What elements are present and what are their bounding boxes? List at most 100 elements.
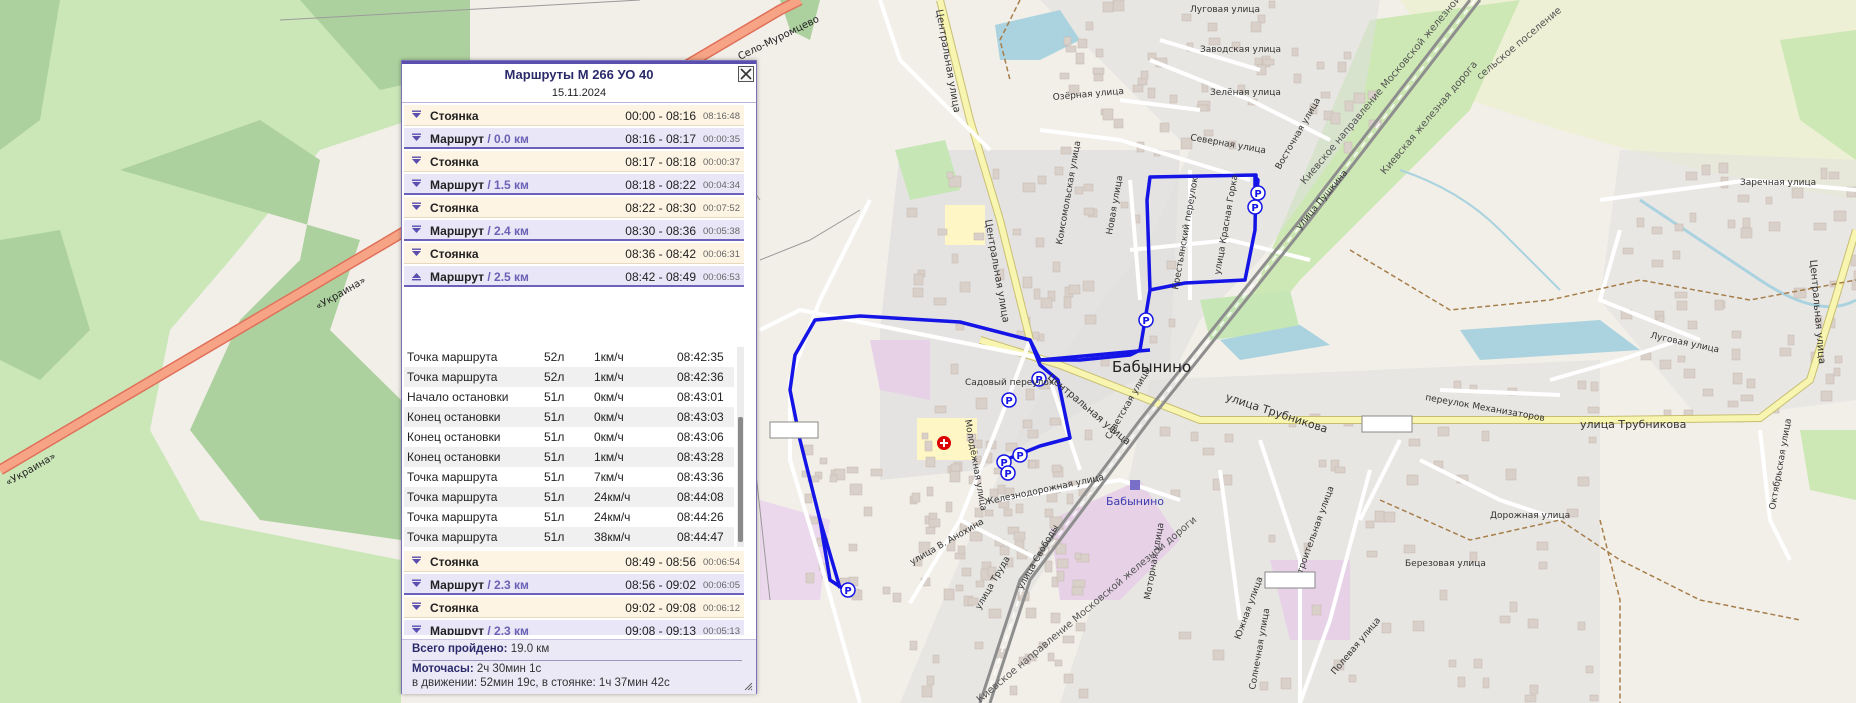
segment-duration: 00:04:34 — [703, 180, 740, 191]
expand-icon[interactable] — [411, 556, 422, 566]
expand-icon[interactable] — [411, 202, 422, 212]
expand-icon[interactable] — [411, 225, 422, 235]
building — [1168, 318, 1176, 328]
route-point-row[interactable]: Точка маршрута 51л 7км/ч 08:43:36 — [404, 467, 734, 487]
segment-name: Маршрут / 2.3 км — [430, 578, 529, 592]
parking-icon[interactable]: P — [1138, 312, 1154, 328]
segment-row-stop[interactable]: Стоянка 08:17 - 08:18 00:00:37 — [404, 151, 744, 172]
building — [849, 483, 863, 496]
segment-row-route[interactable]: Маршрут / 2.5 км 08:42 - 08:49 00:06:53 — [404, 266, 744, 287]
building — [1509, 601, 1518, 613]
expand-icon[interactable] — [411, 133, 422, 143]
expand-icon[interactable] — [411, 179, 422, 189]
building — [950, 463, 961, 472]
segment-row-stop[interactable]: Стоянка 08:36 - 08:42 00:06:31 — [404, 243, 744, 264]
building — [1365, 520, 1375, 529]
route-point-row[interactable]: Начало остановки 51л 0км/ч 08:43:01 — [404, 387, 734, 407]
expand-icon[interactable] — [411, 625, 422, 635]
detail-scrollbar[interactable] — [737, 347, 744, 547]
expand-icon[interactable] — [411, 602, 422, 612]
building — [1577, 380, 1587, 390]
building — [1084, 314, 1097, 325]
building — [1316, 61, 1325, 70]
expand-icon[interactable] — [411, 156, 422, 166]
segment-row-route[interactable]: Маршрут / 1.5 км 08:18 - 08:22 00:04:34 — [404, 174, 744, 195]
building — [1676, 300, 1688, 311]
segment-name: Стоянка — [430, 155, 479, 169]
building — [950, 363, 959, 375]
building — [1820, 167, 1828, 180]
expand-icon[interactable] — [411, 248, 422, 258]
building — [955, 323, 965, 331]
point-event: Конец остановки — [407, 410, 501, 424]
building — [1439, 589, 1448, 601]
building — [1060, 146, 1072, 155]
point-speed: 0км/ч — [594, 410, 624, 424]
building — [1102, 1, 1114, 13]
building — [1190, 431, 1199, 442]
building — [1577, 476, 1590, 487]
map-view[interactable]: PPPPPPPPP БабыниноБабынино«Украина»«Укра… — [0, 0, 1856, 703]
point-event: Точка маршрута — [407, 350, 498, 364]
segment-row-stop[interactable]: Стоянка 00:00 - 08:16 08:16:48 — [404, 105, 744, 126]
route-point-row[interactable]: Точка маршрута 52л 1км/ч 08:42:36 — [404, 367, 734, 387]
route-point-row[interactable]: Точка маршрута 51л 38км/ч 08:44:47 — [404, 527, 734, 547]
segment-row-stop[interactable]: Стоянка 08:49 - 08:56 00:06:54 — [404, 551, 744, 572]
segment-name: Маршрут / 2.5 км — [430, 270, 529, 284]
building — [988, 608, 1002, 619]
building — [1473, 658, 1483, 669]
parking-icon[interactable]: P — [840, 582, 856, 598]
segment-time: 09:02 - 09:08 — [625, 601, 696, 615]
segment-duration: 00:00:35 — [703, 134, 740, 145]
moto-hours: Моточасы: 2ч 30мин 1с — [412, 663, 542, 675]
route-point-row[interactable]: Точка маршрута 52л 1км/ч 08:42:35 — [404, 347, 734, 367]
resize-grip-icon[interactable] — [744, 682, 753, 691]
building — [1063, 673, 1074, 684]
building — [1035, 237, 1045, 248]
close-button[interactable] — [738, 66, 754, 82]
route-point-row[interactable]: Точка маршрута 51л 24км/ч 08:44:08 — [404, 487, 734, 507]
parking-icon[interactable]: P — [1012, 447, 1028, 463]
train-station-icon[interactable] — [1130, 480, 1140, 490]
segment-name: Стоянка — [430, 555, 479, 569]
building — [1077, 38, 1088, 49]
building — [1025, 388, 1035, 401]
building — [1072, 579, 1086, 588]
point-event: Точка маршрута — [407, 530, 498, 544]
expand-icon[interactable] — [411, 579, 422, 589]
segment-row-route[interactable]: Маршрут / 2.3 км 08:56 - 09:02 00:06:05 — [404, 574, 744, 595]
segment-row-stop[interactable]: Стоянка 08:22 - 08:30 00:07:52 — [404, 197, 744, 218]
building — [955, 584, 964, 592]
route-point-row[interactable]: Конец остановки 51л 0км/ч 08:43:03 — [404, 407, 734, 427]
route-point-row[interactable]: Конец остановки 51л 1км/ч 08:43:28 — [404, 447, 734, 467]
building — [1159, 122, 1170, 133]
building — [1406, 474, 1419, 486]
segment-row-stop[interactable]: Стоянка 09:02 - 09:08 00:06:12 — [404, 597, 744, 618]
parking-icon[interactable]: P — [1000, 465, 1016, 481]
route-point-row[interactable]: Конец остановки 51л 0км/ч 08:43:06 — [404, 427, 734, 447]
route-point-row[interactable]: Точка маршрута 51л 24км/ч 08:44:26 — [404, 507, 734, 527]
route-points-table[interactable]: Точка маршрута 52л 1км/ч 08:42:35 Точка марш… — [404, 347, 744, 547]
segment-duration: 00:07:52 — [703, 203, 740, 214]
building — [913, 273, 924, 286]
parking-icon[interactable]: P — [1001, 392, 1017, 408]
segments-list[interactable]: Стоянка 00:00 - 08:16 08:16:48 Маршрут / 0.… — [404, 105, 744, 635]
building — [1049, 417, 1062, 426]
segment-time: 08:17 - 08:18 — [625, 155, 696, 169]
segment-row-route[interactable]: Маршрут / 2.4 км 08:30 - 08:36 00:05:38 — [404, 220, 744, 241]
parking-icon[interactable]: P — [1250, 185, 1266, 201]
segment-row-route[interactable]: Маршрут / 2.3 км 09:08 - 09:13 00:05:13 — [404, 620, 744, 635]
collapse-icon[interactable] — [411, 271, 422, 281]
parking-icon[interactable]: P — [1247, 199, 1263, 215]
point-speed: 38км/ч — [594, 530, 631, 544]
segment-row-route[interactable]: Маршрут / 0.0 км 08:16 - 08:17 00:00:35 — [404, 128, 744, 149]
building — [1040, 297, 1053, 309]
expand-icon[interactable] — [411, 110, 422, 120]
building — [1499, 615, 1511, 624]
point-time: 08:42:35 — [677, 350, 724, 364]
building — [1140, 70, 1149, 80]
building — [906, 207, 918, 218]
detail-scrollbar-thumb[interactable] — [738, 417, 743, 542]
point-speed: 1км/ч — [594, 350, 624, 364]
building — [992, 168, 1000, 180]
